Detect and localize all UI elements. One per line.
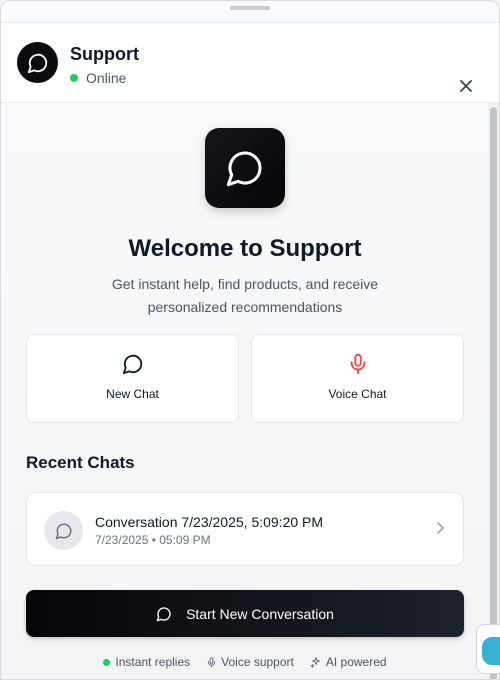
feature-label: Instant replies	[115, 655, 191, 669]
feature-ai-powered: AI powered	[310, 655, 387, 669]
new-chat-label: New Chat	[106, 387, 159, 401]
start-new-conversation-button[interactable]: Start New Conversation	[26, 590, 464, 637]
chat-bubble-icon	[156, 606, 171, 621]
conversation-timestamp: 7/23/2025 • 05:09 PM	[95, 533, 211, 547]
close-icon	[460, 80, 472, 92]
header: Support Online	[1, 23, 499, 103]
conversation-title: Conversation 7/23/2025, 5:09:20 PM	[95, 514, 324, 530]
microphone-icon	[350, 353, 365, 375]
floating-launcher-button[interactable]	[476, 624, 500, 674]
status-text: Online	[86, 70, 127, 86]
cta-label: Start New Conversation	[186, 605, 334, 622]
chat-bubble-icon	[27, 53, 47, 73]
conversation-avatar	[44, 511, 83, 550]
close-button[interactable]	[457, 77, 475, 95]
feature-voice-support: Voice support	[206, 655, 294, 669]
support-widget: Support Online Welcome to Support Get in…	[0, 0, 500, 680]
chat-bubble-icon	[122, 354, 142, 375]
new-chat-button[interactable]: New Chat	[26, 334, 239, 423]
feature-instant-replies: Instant replies	[103, 655, 190, 669]
green-dot-icon	[103, 658, 111, 666]
launcher-icon	[482, 637, 500, 665]
online-dot-icon	[70, 74, 78, 82]
feature-label: AI powered	[325, 655, 387, 669]
avatar	[17, 42, 58, 83]
drag-bar[interactable]	[1, 1, 499, 23]
voice-chat-label: Voice Chat	[328, 387, 387, 401]
chat-bubble-icon	[226, 151, 262, 187]
chat-bubble-icon	[55, 523, 71, 539]
conversation-item[interactable]: Conversation 7/23/2025, 5:09:20 PM 7/23/…	[26, 492, 464, 566]
header-title: Support	[70, 44, 139, 64]
welcome-subtitle: Get instant help, find products, and rec…	[111, 276, 379, 315]
welcome-title: Welcome to Support	[128, 235, 362, 262]
drag-handle[interactable]	[230, 5, 270, 10]
microphone-icon	[207, 656, 216, 668]
hero-icon	[205, 128, 285, 208]
scrollbar-thumb[interactable]	[490, 107, 497, 679]
feature-label: Voice support	[221, 655, 294, 669]
status-indicator: Online	[70, 70, 126, 86]
chevron-right-icon	[435, 521, 445, 540]
voice-chat-button[interactable]: Voice Chat	[251, 334, 464, 423]
recent-chats-heading: Recent Chats	[26, 453, 135, 472]
feature-footer: Instant replies Voice support AI powered	[1, 655, 489, 669]
main-content: Welcome to Support Get instant help, fin…	[1, 103, 489, 679]
sparkles-icon	[310, 657, 320, 668]
